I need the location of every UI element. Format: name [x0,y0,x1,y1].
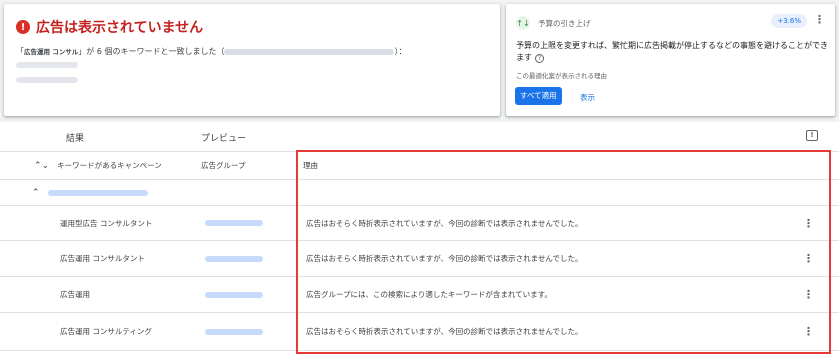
ad-group-cell[interactable] [205,241,263,276]
alert-desc-rest: 」が 6 個のキーワードと一致しました（ [78,47,225,56]
recommendation-reason-link[interactable]: この最適化案が表示される理由 [516,70,607,80]
alert-description: 「広告運用 コンサル」が 6 個のキーワードと一致しました（ ）： [16,46,406,57]
redacted-ad-group [205,291,263,298]
alert-desc-open: 「 [16,47,24,56]
reason-cell: 広告はおそらく時折表示されていますが、今回の診断では表示されませんでした。 [306,218,583,228]
redacted-line [16,62,78,68]
redacted-ad-group [205,255,263,262]
row-menu-icon[interactable]: ⋮ [803,313,814,350]
reason-cell: 広告はおそらく時折表示されていますが、今回の診断では表示されませんでした。 [306,254,583,263]
recommendation-header: ↑↓ 予算の引き上げ [516,16,591,30]
view-button[interactable]: 表示 [580,92,595,103]
ad-group-column-header[interactable]: 広告グループ [201,152,246,179]
redacted-ad-group [205,220,263,226]
reason-cell: 広告グループには、この検索により適したキーワードが含まれています。 [306,290,552,299]
reason-column-header[interactable]: 理由 [303,152,318,179]
recommendation-body-text: 予算の上限を変更すれば、繁忙期に広告掲載が停止するなどの事態を避けることができま… [516,41,828,62]
ad-group-cell[interactable] [205,206,263,240]
alert-title: 広告は表示されていません [36,20,204,36]
table-row: 広告運用 コンサルティング 広告はおそらく時折表示されていますが、今回の診断では… [0,313,839,351]
campaign-column-header[interactable]: ⌃⌄ キーワードがあるキャンペーン [34,152,162,179]
keyword-cell: 広告運用 コンサルタント [60,254,145,263]
tab-bar: 結果 プレビュー ! [0,122,839,152]
redacted-ad-group [205,328,263,335]
budget-trend-icon: ↑↓ [516,16,530,30]
alert-circle-icon: ! [16,20,30,34]
alert-desc-keyword: 広告運用 コンサル [24,48,79,56]
campaign-header-label: キーワードがあるキャンペーン [57,161,162,170]
recommendation-body: 予算の上限を変更すれば、繁忙期に広告掲載が停止するなどの事態を避けることができま… [516,40,828,64]
recommendation-title: 予算の引き上げ [538,18,591,28]
row-menu-icon[interactable]: ⋮ [803,241,814,276]
table-row: 運用型広告 コンサルタント 広告はおそらく時折表示されていますが、今回の診断では… [0,206,839,241]
keyword-cell: 運用型広告 コンサルタント [60,218,153,228]
alert-desc-close: ）： [394,47,407,56]
redacted-campaign-text [224,48,395,55]
redacted-lines [16,62,78,92]
tab-results[interactable]: 結果 [66,131,84,144]
ad-group-cell[interactable] [205,313,263,350]
uplift-badge: +3.6% [771,14,807,28]
table-row: 広告運用 コンサルタント 広告はおそらく時折表示されていますが、今回の診断では表… [0,241,839,277]
row-menu-icon[interactable]: ⋮ [803,206,814,240]
campaign-group-row[interactable]: ⌃ [0,180,839,206]
redacted-campaign-name [47,189,148,196]
more-vert-icon[interactable]: ⋮ [814,13,825,26]
keyword-cell: 広告運用 コンサルティング [60,327,152,336]
table-header-row: ⌃⌄ キーワードがあるキャンペーン 広告グループ 理由 [0,152,839,180]
help-icon[interactable]: ? [535,54,544,63]
redacted-line [16,77,78,83]
diagnosis-alert-card: ! 広告は表示されていません 「広告運用 コンサル」が 6 個のキーワードと一致… [4,4,500,116]
tab-preview[interactable]: プレビュー [201,131,246,144]
sort-icon: ⌃⌄ [34,160,50,171]
keyword-cell: 広告運用 [60,290,90,299]
apply-all-button[interactable]: すべて適用 [515,87,562,105]
ad-group-cell[interactable] [205,277,263,312]
campaign-group-cell: ⌃ [32,180,148,205]
collapse-chevron-icon[interactable]: ⌃ [32,188,40,198]
alert-title-row: ! 広告は表示されていません [16,17,203,37]
recommendation-card: ↑↓ 予算の引き上げ +3.6% ⋮ 予算の上限を変更すれば、繁忙期に広告掲載が… [506,4,835,116]
table-row: 広告運用 広告グループには、この検索により適したキーワードが含まれています。 ⋮ [0,277,839,313]
feedback-icon[interactable]: ! [806,130,818,141]
row-menu-icon[interactable]: ⋮ [803,277,814,312]
reason-cell: 広告はおそらく時折表示されていますが、今回の診断では表示されませんでした。 [306,327,583,336]
results-panel: 結果 プレビュー ! ⌃⌄ キーワードがあるキャンペーン 広告グループ 理由 ⌃… [0,122,839,361]
